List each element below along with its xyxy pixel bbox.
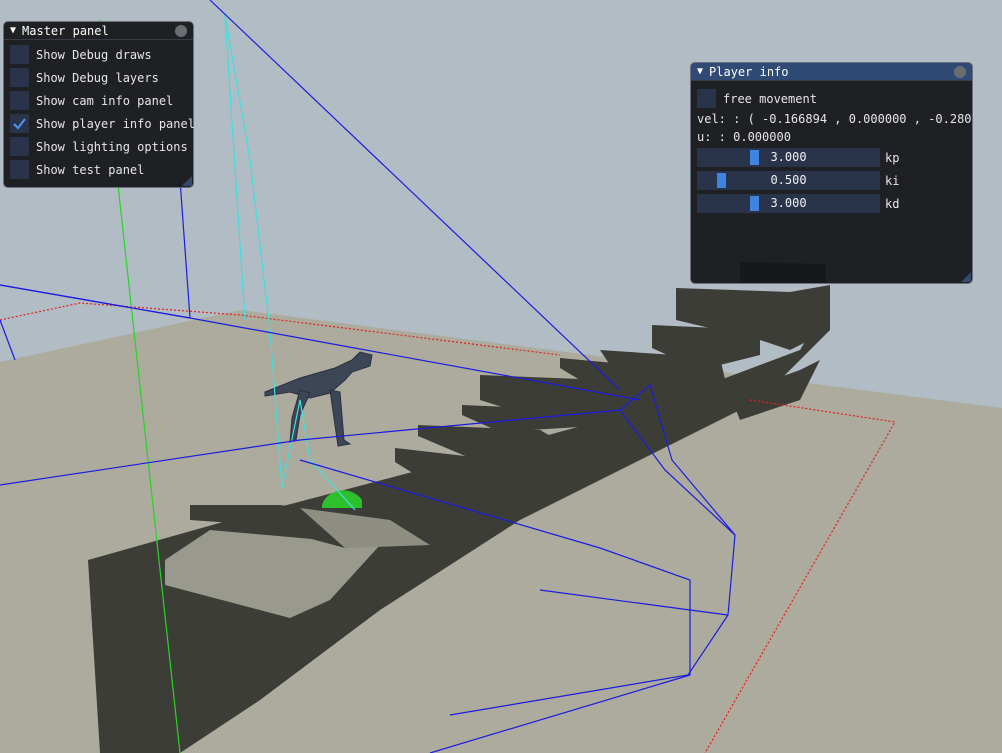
- checkbox-box[interactable]: [10, 68, 29, 87]
- checkbox-show-lighting-options[interactable]: Show lighting options: [4, 135, 193, 158]
- slider-kd[interactable]: 3.000 kd: [691, 192, 972, 215]
- player-info-titlebar[interactable]: ▼ Player info: [691, 63, 972, 81]
- slider-value: 0.500: [770, 173, 807, 187]
- checkmark-icon: [13, 118, 26, 130]
- slider-label: kd: [885, 196, 900, 211]
- checkbox-box[interactable]: [10, 45, 29, 64]
- master-panel: ▼ Master panel Show Debug draws Show Deb…: [3, 21, 195, 188]
- player-info-panel: ▼ Player info free movement vel: : ( -0.…: [690, 62, 973, 284]
- checkbox-box[interactable]: [10, 137, 29, 156]
- checkbox-show-debug-layers[interactable]: Show Debug layers: [4, 66, 193, 89]
- slider-value: 3.000: [770, 150, 807, 164]
- close-icon[interactable]: [954, 65, 966, 78]
- collapse-arrow-icon[interactable]: ▼: [10, 25, 16, 36]
- checkbox-box[interactable]: [10, 160, 29, 179]
- checkbox-label: Show Debug layers: [36, 70, 159, 85]
- checkbox-label: Show cam info panel: [36, 93, 174, 108]
- checkbox-show-test-panel[interactable]: Show test panel: [4, 158, 193, 181]
- resize-grip[interactable]: [961, 272, 971, 282]
- slider-track[interactable]: 3.000: [697, 148, 880, 167]
- slider-ki[interactable]: 0.500 ki: [691, 169, 972, 192]
- checkbox-label: Show player info panel: [36, 116, 195, 131]
- master-panel-title: Master panel: [22, 23, 109, 38]
- checkbox-free-movement[interactable]: free movement: [691, 87, 972, 110]
- checkbox-show-player-info-panel[interactable]: Show player info panel: [4, 112, 195, 135]
- checkbox-label: Show test panel: [36, 162, 145, 177]
- checkbox-label: Show Debug draws: [36, 47, 152, 62]
- checkbox-box[interactable]: [697, 89, 716, 108]
- checkbox-show-cam-info-panel[interactable]: Show cam info panel: [4, 89, 193, 112]
- checkbox-label: Show lighting options: [36, 139, 188, 154]
- velocity-readout: vel: : ( -0.166894 , 0.000000 , -0.2807: [697, 112, 972, 126]
- master-panel-titlebar[interactable]: ▼ Master panel: [4, 22, 193, 40]
- player-info-title: Player info: [709, 64, 789, 79]
- slider-kp[interactable]: 3.000 kp: [691, 146, 972, 169]
- slider-label: ki: [885, 173, 900, 188]
- checkbox-label: free movement: [723, 91, 817, 106]
- checkbox-show-debug-draws[interactable]: Show Debug draws: [4, 43, 193, 66]
- slider-track[interactable]: 0.500: [697, 171, 880, 190]
- slider-value: 3.000: [770, 196, 807, 210]
- resize-grip[interactable]: [182, 176, 192, 186]
- close-icon[interactable]: [175, 24, 187, 37]
- slider-track[interactable]: 3.000: [697, 194, 880, 213]
- checkbox-box[interactable]: [10, 114, 29, 133]
- u-readout: u: : 0.000000: [697, 130, 791, 144]
- checkbox-box[interactable]: [10, 91, 29, 110]
- collapse-arrow-icon[interactable]: ▼: [697, 66, 703, 77]
- slider-label: kp: [885, 150, 900, 165]
